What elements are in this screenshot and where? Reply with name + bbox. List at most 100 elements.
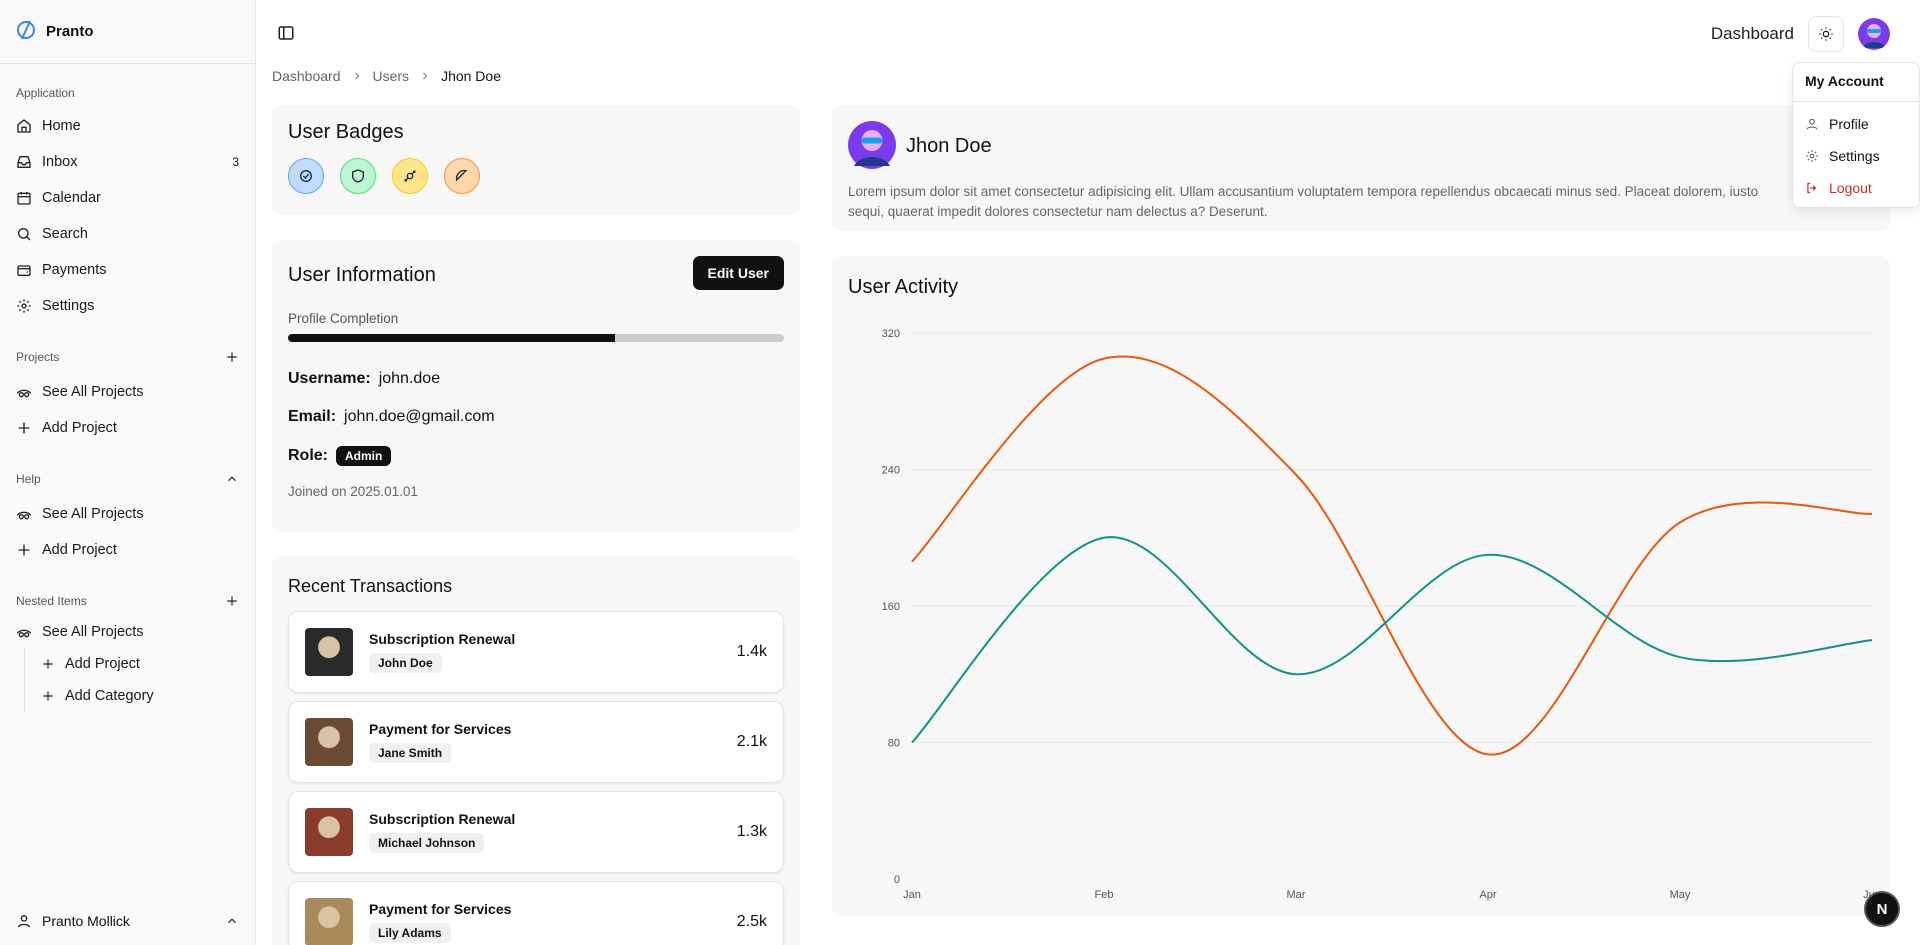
sidebar-item-see-all-projects[interactable]: See All Projects (0, 374, 255, 410)
chevron-up-icon (228, 918, 236, 924)
email-value: john.doe@gmail.com (344, 408, 495, 425)
transaction-item[interactable]: Payment for Services Lily Adams 2.5k (288, 881, 784, 945)
inbox-count: 3 (232, 155, 239, 169)
calendar-icon (17, 192, 31, 205)
candy-icon (404, 170, 416, 182)
user-badges-card: User Badges (272, 105, 800, 215)
sidebar-item-inbox[interactable]: Inbox 3 (0, 144, 255, 180)
transaction-item[interactable]: Payment for Services Jane Smith 2.1k (288, 701, 784, 783)
wallet-icon (17, 265, 31, 276)
y-tick-label: 0 (894, 874, 900, 886)
theme-toggle-button[interactable] (1808, 16, 1844, 52)
citrus-icon (455, 169, 468, 182)
profile-completion-label: Profile Completion (288, 311, 399, 326)
x-tick-label: May (1670, 889, 1691, 901)
username-value: john.doe (378, 370, 441, 387)
transaction-amount: 1.3k (736, 823, 767, 840)
badge-shield[interactable] (340, 158, 376, 194)
y-tick-label: 240 (882, 465, 900, 477)
logout-icon (1807, 182, 1817, 194)
sidebar-item-help-add-project[interactable]: Add Project (0, 532, 255, 568)
sidebar-item-nested-see-all[interactable]: See All Projects (0, 616, 255, 648)
sidebar-item-payments[interactable]: Payments (0, 252, 255, 288)
breadcrumb-current: Jhon Doe (441, 68, 501, 84)
username-row: Username: john.doe (288, 370, 441, 387)
user-icon (1806, 118, 1818, 130)
edit-user-button[interactable]: Edit User (692, 256, 784, 290)
x-tick-label: Feb (1095, 889, 1114, 901)
profile-description: Lorem ipsum dolor sit amet consectetur a… (848, 184, 1759, 219)
group-label-nested: Nested Items (0, 590, 255, 612)
breadcrumb-users[interactable]: Users (373, 68, 410, 84)
chevron-right-icon (423, 72, 428, 80)
menu-item-logout[interactable]: Logout (1793, 172, 1919, 204)
eye-icon (16, 389, 32, 398)
menu-item-settings[interactable]: Settings (1793, 140, 1919, 172)
badge-check[interactable] (288, 158, 324, 194)
transaction-avatar (305, 898, 353, 945)
sidebar: Pranto Application Home Inbox 3 Calendar… (0, 0, 256, 945)
gear-icon (1806, 150, 1818, 162)
group-label-help[interactable]: Help (0, 468, 255, 490)
menu-item-profile[interactable]: Profile (1793, 108, 1919, 140)
sidebar-item-add-project-nested[interactable]: Add Project (25, 648, 255, 680)
y-tick-label: 80 (888, 738, 900, 750)
joined-date: Joined on 2025.01.01 (288, 484, 418, 499)
next-dev-indicator-button[interactable]: N (1864, 891, 1900, 927)
transaction-amount: 2.5k (736, 913, 767, 930)
profile-name: Jhon Doe (906, 135, 992, 157)
badge-citrus[interactable] (444, 158, 480, 194)
sidebar-item-search[interactable]: Search (0, 216, 255, 252)
transaction-amount: 1.4k (736, 643, 767, 660)
user-badges-title: User Badges (288, 121, 404, 143)
divider (1793, 101, 1919, 102)
eye-icon (16, 629, 32, 638)
brand-name: Pranto (46, 23, 94, 40)
sidebar-item-home[interactable]: Home (0, 108, 255, 144)
shield-icon (352, 169, 364, 183)
plus-icon[interactable] (225, 350, 239, 364)
user-activity-chart: User Activity 0 80 160 240 320 Jan Feb Mar Apr Ma… (848, 276, 1881, 901)
sidebar-user-menu[interactable]: Pranto Mollick (0, 897, 255, 945)
sidebar-item-add-project[interactable]: Add Project (0, 410, 255, 446)
sidebar-toggle-icon[interactable] (277, 24, 295, 45)
sun-icon (1819, 27, 1833, 41)
header-title: Dashboard (1710, 24, 1794, 43)
group-label-projects: Projects (0, 346, 255, 368)
search-icon (18, 228, 31, 241)
sidebar-user-name: Pranto Mollick (42, 913, 130, 929)
email-row: Email: john.doe@gmail.com (288, 408, 495, 425)
plus-icon[interactable] (225, 594, 239, 608)
transaction-item[interactable]: Subscription Renewal Michael Johnson 1.3k (288, 791, 784, 873)
brand-logo-icon (14, 18, 38, 45)
profile-completion-fill (288, 334, 616, 342)
series-line-1 (911, 536, 1873, 744)
role-badge: Admin (336, 446, 392, 466)
transaction-amount: 2.1k (736, 733, 767, 750)
account-dropdown-title: My Account (1805, 73, 1884, 89)
plus-icon (43, 691, 53, 701)
chevron-right-icon (354, 72, 359, 80)
sidebar-item-calendar[interactable]: Calendar (0, 180, 255, 216)
y-tick-label: 320 (882, 328, 900, 340)
brand[interactable]: Pranto (0, 0, 255, 64)
group-label-application: Application (16, 86, 75, 100)
plus-icon (43, 659, 53, 669)
sidebar-item-help-see-all[interactable]: See All Projects (0, 496, 255, 532)
nested-children: Add Project Add Category (24, 648, 255, 712)
transaction-avatar (305, 718, 353, 766)
sidebar-item-settings[interactable]: Settings (0, 288, 255, 324)
eye-icon (16, 511, 32, 520)
transaction-item[interactable]: Subscription Renewal John Doe 1.4k (288, 611, 784, 693)
y-tick-label: 160 (882, 601, 900, 613)
sidebar-item-add-category[interactable]: Add Category (25, 680, 255, 712)
recent-transactions-title: Recent Transactions (288, 576, 453, 596)
x-tick-label: Mar (1287, 889, 1306, 901)
series-line-0 (911, 355, 1873, 756)
badge-candy[interactable] (392, 158, 428, 194)
avatar[interactable] (1858, 18, 1890, 50)
chevron-up-icon (228, 476, 236, 482)
gear-icon (17, 299, 31, 313)
breadcrumb-dashboard[interactable]: Dashboard (272, 68, 341, 84)
account-dropdown: My Account Profile Settings Logout (1792, 62, 1920, 208)
